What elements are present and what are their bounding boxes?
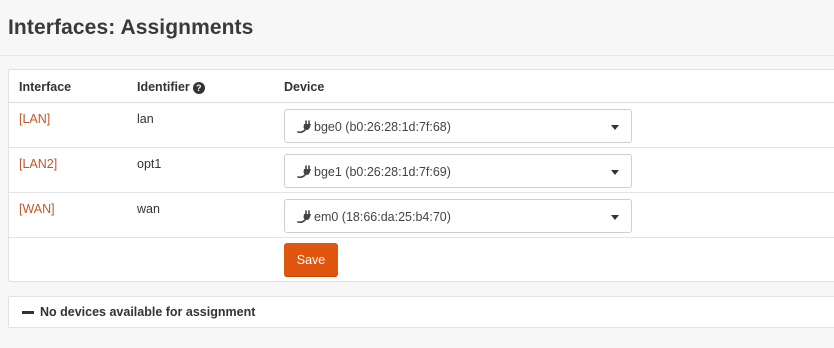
table-row: [LAN] lan bge0 (b0:26:28:1d:7f:68) bbox=[9, 103, 834, 148]
column-header-identifier: Identifier? bbox=[137, 80, 205, 94]
minus-icon[interactable] bbox=[22, 311, 34, 314]
table-row: [WAN] wan em0 (18:66:da:25:b4:70) bbox=[9, 193, 834, 238]
interface-link-lan2[interactable]: [LAN2] bbox=[19, 157, 57, 171]
device-select-wan[interactable]: em0 (18:66:da:25:b4:70) bbox=[284, 199, 632, 233]
plug-icon bbox=[297, 120, 311, 134]
plug-icon bbox=[297, 210, 311, 224]
identifier-text: opt1 bbox=[137, 157, 162, 171]
plug-icon bbox=[297, 165, 311, 179]
device-select-value: bge0 (b0:26:28:1d:7f:68) bbox=[314, 120, 451, 134]
table-header: Interface Identifier? Device bbox=[9, 70, 834, 103]
unassigned-devices-title: No devices available for assignment bbox=[40, 305, 256, 319]
device-select-value: bge1 (b0:26:28:1d:7f:69) bbox=[314, 165, 451, 179]
page-header: Interfaces: Assignments bbox=[0, 0, 834, 56]
identifier-text: wan bbox=[137, 202, 160, 216]
table-row: [LAN2] opt1 bge1 (b0:26:28:1d:7f:69) bbox=[9, 148, 834, 193]
chevron-down-icon bbox=[611, 170, 619, 175]
device-select-value: em0 (18:66:da:25:b4:70) bbox=[314, 210, 451, 224]
save-button[interactable]: Save bbox=[284, 243, 338, 277]
column-header-device: Device bbox=[284, 80, 325, 94]
save-row: Save bbox=[9, 238, 834, 282]
page-title: Interfaces: Assignments bbox=[8, 16, 254, 39]
chevron-down-icon bbox=[611, 215, 619, 220]
chevron-down-icon bbox=[611, 125, 619, 130]
device-select-lan[interactable]: bge0 (b0:26:28:1d:7f:68) bbox=[284, 109, 632, 143]
question-circle-icon[interactable]: ? bbox=[192, 82, 205, 94]
assignments-panel: Interface Identifier? Device [LAN] lan b… bbox=[8, 69, 834, 282]
interface-link-wan[interactable]: [WAN] bbox=[19, 202, 55, 216]
column-header-identifier-label: Identifier bbox=[137, 80, 190, 94]
unassigned-devices-panel: No devices available for assignment bbox=[8, 296, 834, 328]
interface-link-lan[interactable]: [LAN] bbox=[19, 112, 50, 126]
identifier-text: lan bbox=[137, 112, 154, 126]
device-select-lan2[interactable]: bge1 (b0:26:28:1d:7f:69) bbox=[284, 154, 632, 188]
column-header-interface: Interface bbox=[19, 80, 72, 94]
